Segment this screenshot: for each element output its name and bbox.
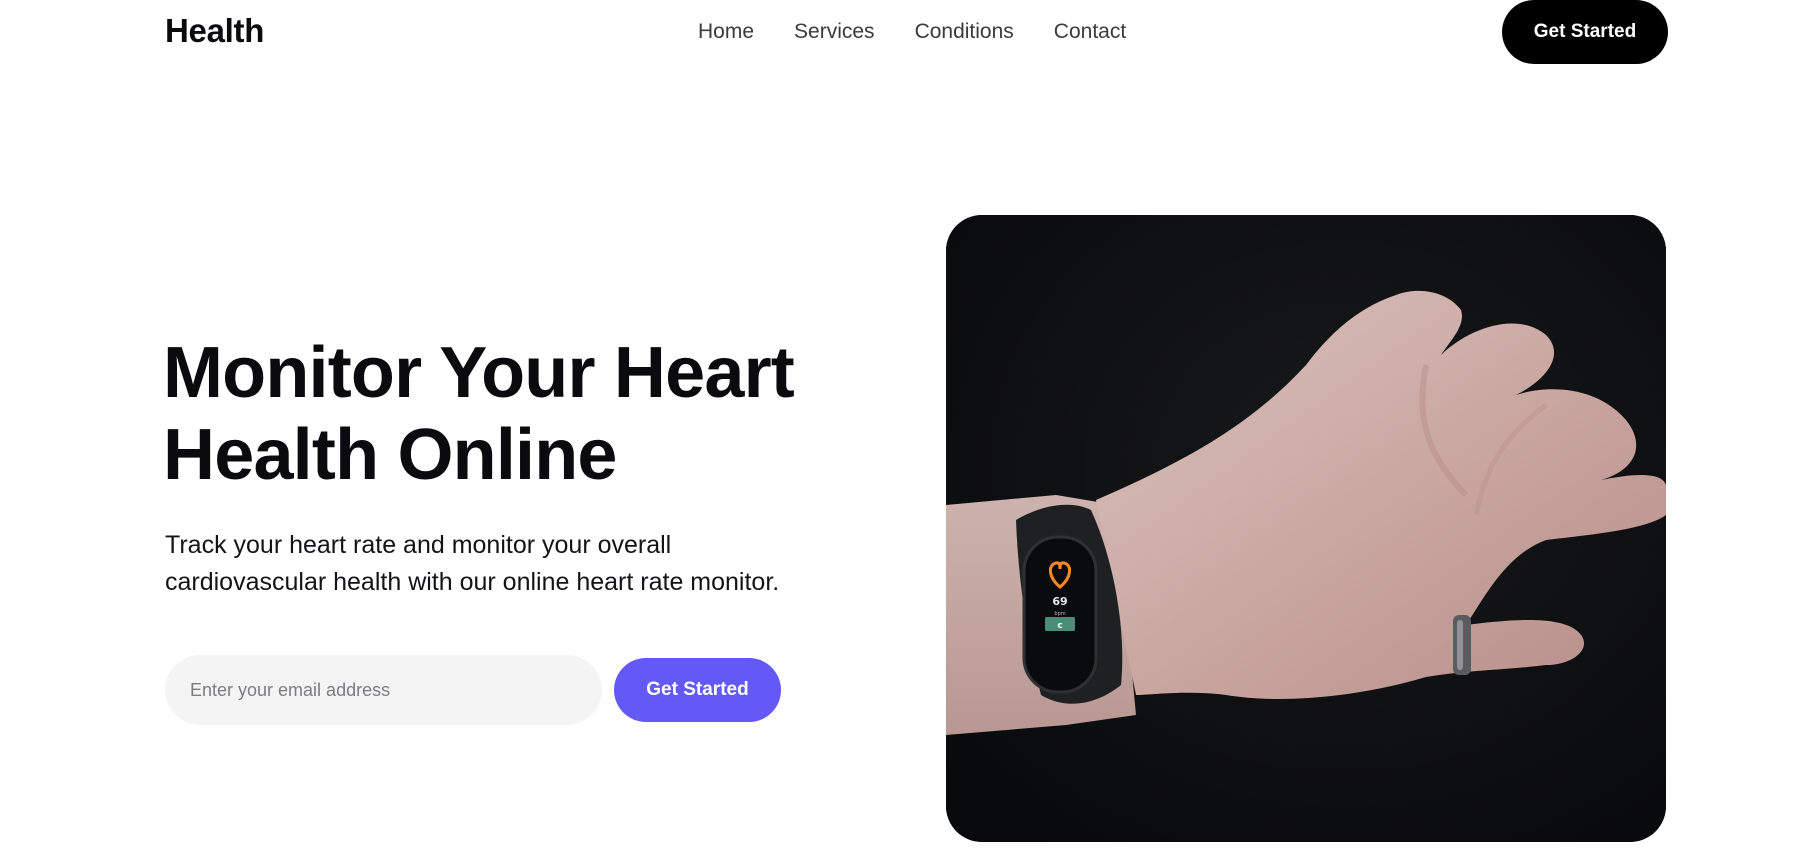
hero-title-line-1: Monitor Your Heart — [163, 333, 795, 413]
svg-text:69: 69 — [1052, 595, 1067, 608]
hero-get-started-button[interactable]: Get Started — [614, 658, 781, 722]
nav-link-conditions[interactable]: Conditions — [915, 16, 1014, 48]
top-navbar: Health Home Services Conditions Contact … — [0, 0, 1808, 64]
svg-text:c: c — [1057, 621, 1062, 631]
nav-link-home[interactable]: Home — [698, 16, 754, 48]
hero-description-line-1: Track your heart rate and monitor your o… — [165, 531, 672, 559]
nav-get-started-button[interactable]: Get Started — [1502, 0, 1668, 64]
svg-text:bpm: bpm — [1054, 611, 1065, 617]
site-logo[interactable]: Health — [165, 10, 264, 52]
hero-description-line-2: cardiovascular health with our online he… — [165, 568, 780, 596]
hero-title-line-2: Health Online — [163, 415, 617, 495]
nav-link-services[interactable]: Services — [794, 16, 875, 48]
hero-title: Monitor Your Heart Health Online — [163, 332, 883, 496]
email-input[interactable] — [165, 655, 602, 725]
main-nav: Home Services Conditions Contact — [698, 16, 1166, 48]
nav-link-contact[interactable]: Contact — [1054, 16, 1126, 48]
hero-description: Track your heart rate and monitor your o… — [165, 527, 885, 601]
fitness-band-photo: 69 bpm c — [946, 215, 1666, 842]
hero-image-wrist-heart-monitor: 69 bpm c — [946, 215, 1666, 842]
email-signup-form: Get Started — [165, 655, 781, 725]
